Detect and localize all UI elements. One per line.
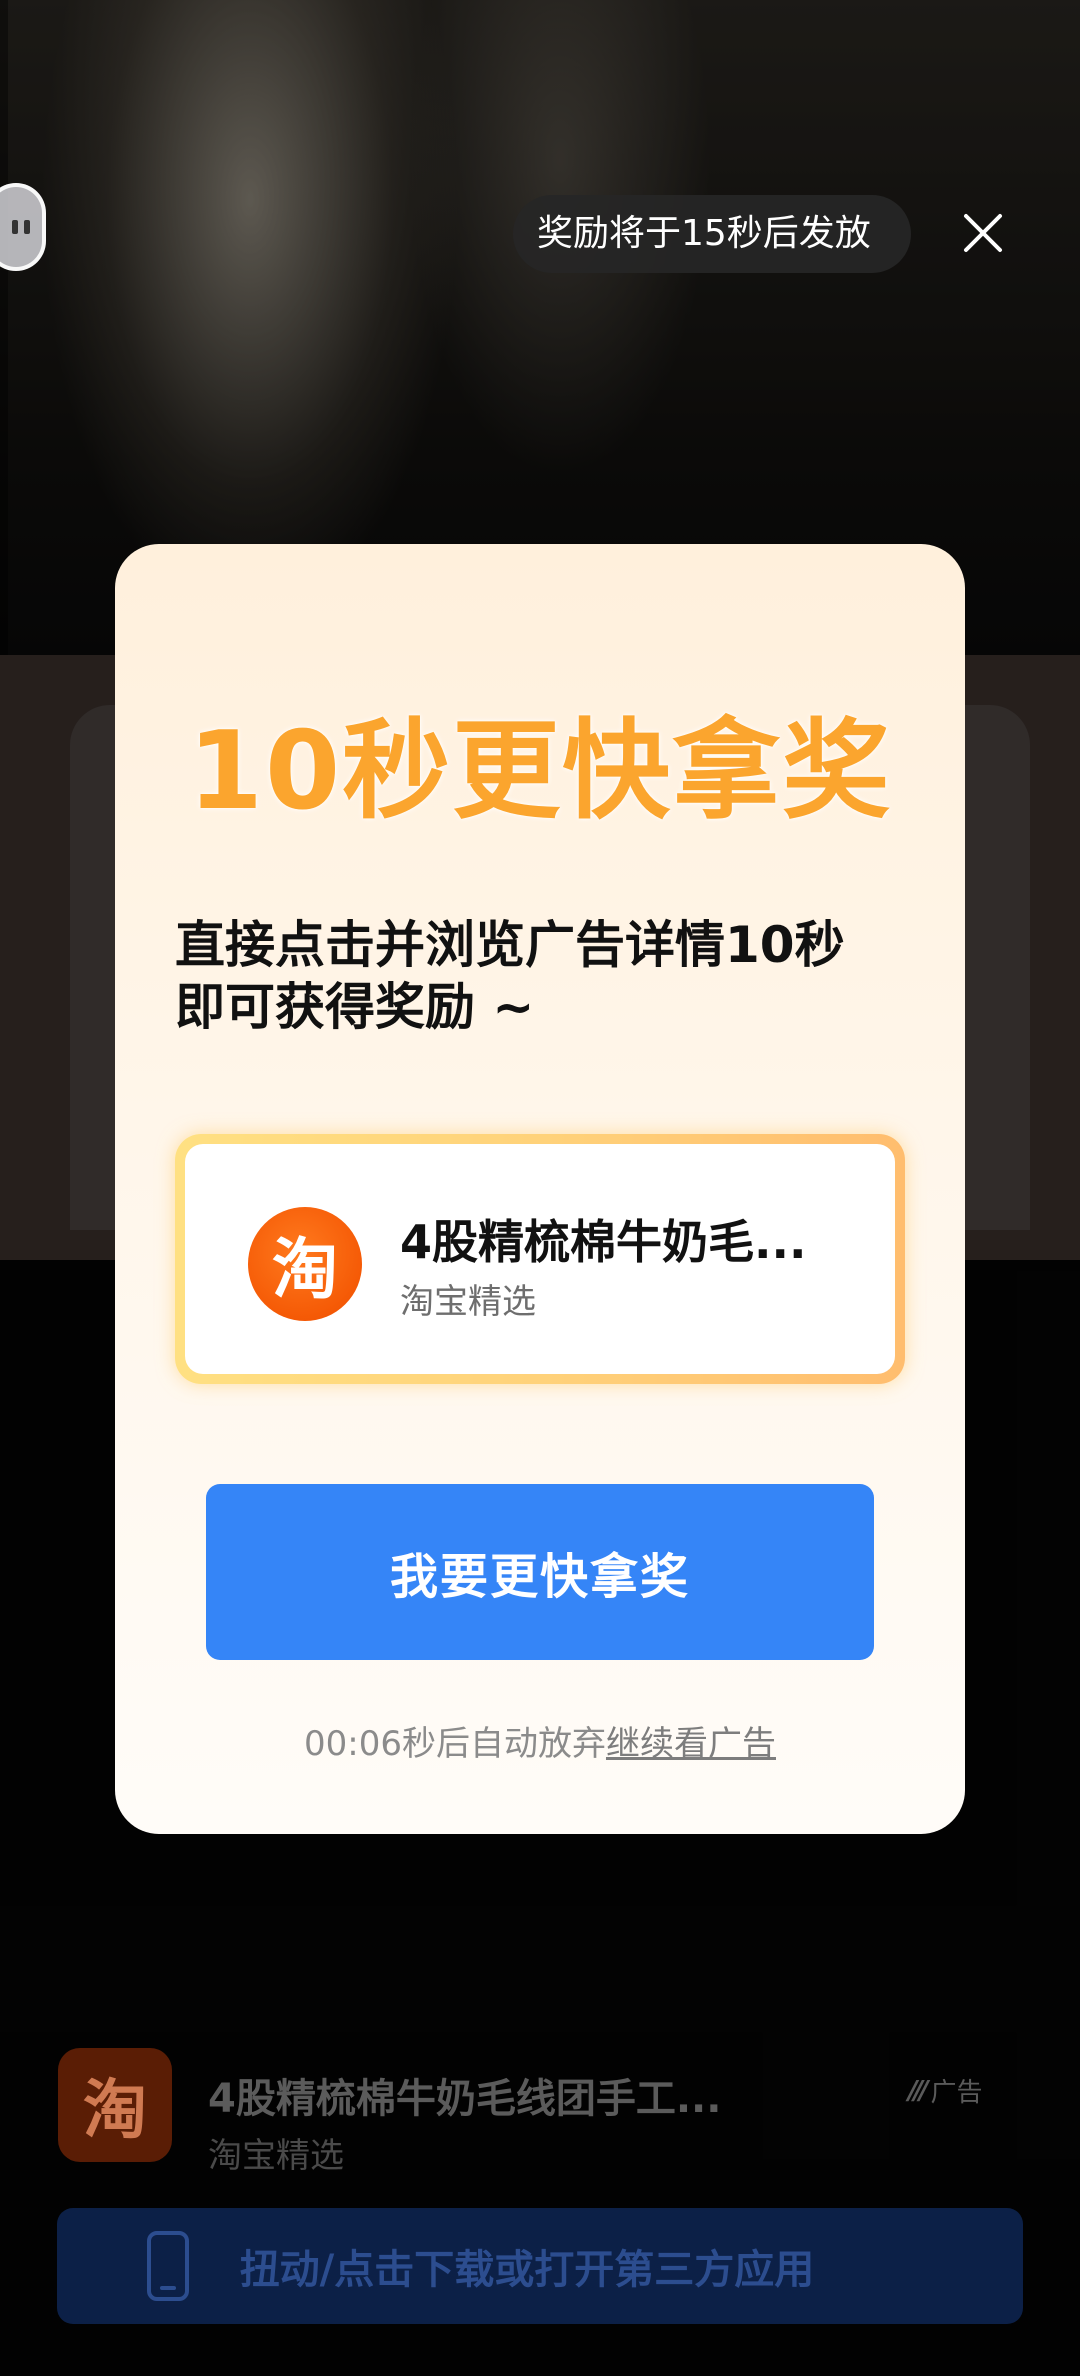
close-button[interactable] bbox=[958, 208, 1008, 258]
bottom-ad-shop: 淘宝精选 bbox=[208, 2136, 344, 2176]
download-open-label: 扭动/点击下载或打开第三方应用 bbox=[239, 2247, 815, 2293]
bottom-ad-title[interactable]: 4股精梳棉牛奶毛线团手工... bbox=[208, 2066, 808, 2124]
reward-countdown-text: 奖励将于15秒后发放 bbox=[537, 213, 871, 254]
download-open-button[interactable]: 扭动/点击下载或打开第三方应用 bbox=[57, 2208, 1023, 2324]
modal-description-line1: 直接点击并浏览广告详情10秒 bbox=[175, 916, 845, 974]
product-name: 4股精梳棉牛奶毛... bbox=[400, 1215, 807, 1269]
faster-reward-label: 我要更快拿奖 bbox=[389, 1549, 690, 1605]
taobao-app-glyph: 淘 bbox=[272, 1231, 338, 1308]
auto-dismiss-countdown: 00:06秒后自动放弃 bbox=[304, 1724, 606, 1764]
ad-badge-label: 广告 bbox=[930, 2078, 983, 2108]
taobao-logo-glyph: 淘 bbox=[83, 2074, 147, 2148]
close-icon bbox=[964, 214, 1002, 252]
product-card[interactable]: 淘 4股精梳棉牛奶毛... 淘宝精选 bbox=[175, 1134, 905, 1384]
auto-dismiss-note: 00:06秒后自动放弃继续看广告 bbox=[115, 1716, 965, 1765]
reward-countdown-pill: 奖励将于15秒后发放 bbox=[513, 195, 911, 273]
modal-description-line2: 即可获得奖励 ~ bbox=[175, 978, 535, 1036]
ad-badge: /// 广告 bbox=[908, 2072, 983, 2109]
pause-icon bbox=[12, 220, 30, 234]
bottom-ad-bar: 淘 4股精梳棉牛奶毛线团手工... 淘宝精选 /// 广告 扭动/点击下载或打开… bbox=[0, 2020, 1080, 2376]
taobao-app-icon: 淘 bbox=[248, 1207, 362, 1321]
ad-screen: 奖励将于15秒后发放 淘 4股精梳棉牛奶毛线团手工... 淘宝精选 /// 广告… bbox=[0, 0, 1080, 2376]
modal-description: 直接点击并浏览广告详情10秒 即可获得奖励 ~ bbox=[175, 914, 915, 1038]
modal-title: 10秒更快拿奖 bbox=[187, 709, 893, 834]
ad-mark-icon: /// bbox=[908, 2075, 928, 2106]
phone-icon bbox=[146, 2231, 189, 2301]
taobao-logo-icon[interactable]: 淘 bbox=[58, 2048, 172, 2162]
continue-watching-link[interactable]: 继续看广告 bbox=[606, 1724, 776, 1764]
pause-button[interactable] bbox=[0, 183, 46, 271]
faster-reward-button[interactable]: 我要更快拿奖 bbox=[206, 1484, 874, 1660]
product-card-inner: 淘 4股精梳棉牛奶毛... 淘宝精选 bbox=[185, 1144, 895, 1374]
reward-modal: 10秒更快拿奖 直接点击并浏览广告详情10秒 即可获得奖励 ~ 淘 4股精梳棉牛… bbox=[115, 544, 965, 1834]
product-shop: 淘宝精选 bbox=[400, 1282, 536, 1322]
